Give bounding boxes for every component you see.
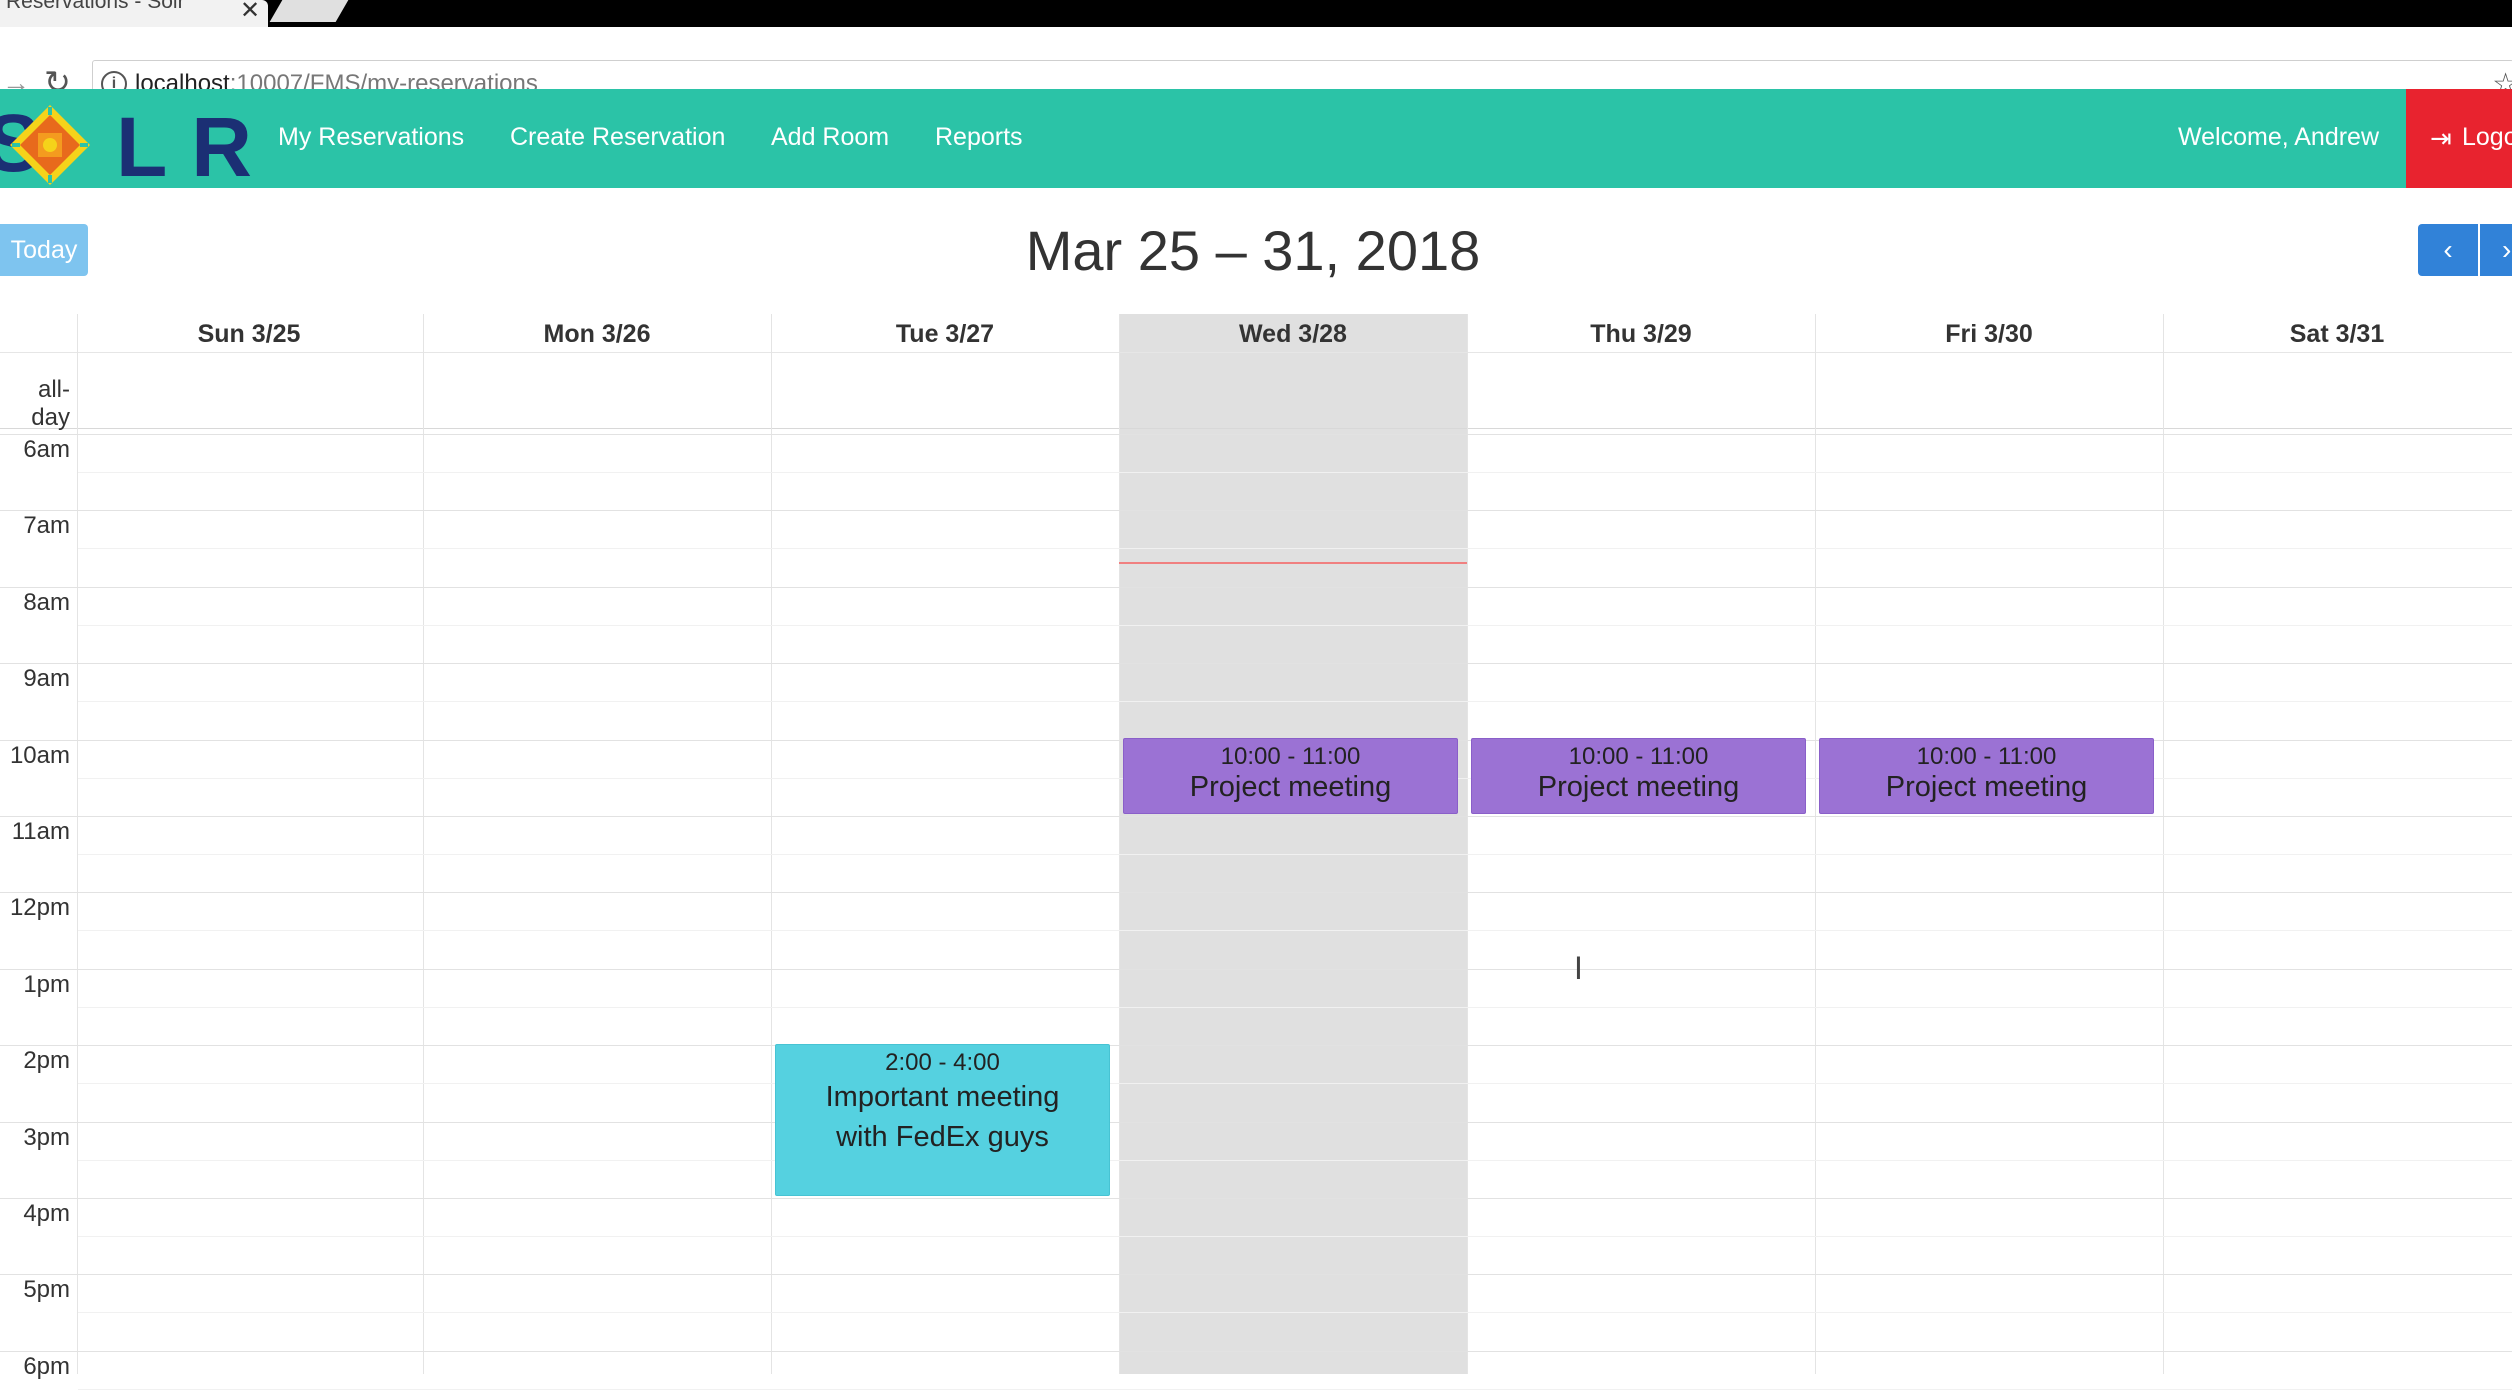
hour-gridline <box>0 434 2512 435</box>
event-fri-project-meeting[interactable]: 10:00 - 11:00 Project meeting <box>1819 738 2154 814</box>
event-time: 10:00 - 11:00 <box>1916 743 2057 770</box>
half-hour-gridline <box>78 1160 2512 1161</box>
event-title: Important meeting with FedEx guys <box>825 1081 1060 1153</box>
prev-week-button[interactable]: ‹ <box>2418 224 2478 276</box>
event-title: Project meeting <box>1537 771 1740 803</box>
hour-gridline <box>0 1045 2512 1046</box>
nav-create-reservation[interactable]: Create Reservation <box>510 123 725 152</box>
time-label: 3pm <box>23 1124 70 1151</box>
logo-letters-lr: LR <box>116 100 276 194</box>
hour-gridline <box>0 816 2512 817</box>
column-divider <box>2163 314 2164 1374</box>
hour-gridline <box>0 1274 2512 1275</box>
hour-gridline <box>0 663 2512 664</box>
text-cursor-icon: I <box>1574 950 1583 986</box>
day-header-thu: Thu 3/29 <box>1590 320 1692 348</box>
time-label: 9am <box>23 665 70 692</box>
day-header-sun: Sun 3/25 <box>197 320 301 348</box>
nav-my-reservations[interactable]: My Reservations <box>278 123 464 152</box>
column-divider <box>1467 314 1468 1374</box>
event-tue-fedex-meeting[interactable]: 2:00 - 4:00 Important meeting with FedEx… <box>775 1044 1110 1196</box>
time-label: 1pm <box>23 971 70 998</box>
time-label: 6am <box>23 436 70 463</box>
hour-gridline <box>0 510 2512 511</box>
half-hour-gridline <box>78 1236 2512 1237</box>
day-header-sat: Sat 3/31 <box>2289 320 2385 348</box>
nav-reports[interactable]: Reports <box>935 123 1023 152</box>
column-divider <box>1815 314 1816 1374</box>
half-hour-gridline <box>78 472 2512 473</box>
half-hour-gridline <box>78 1007 2512 1008</box>
browser-tab[interactable]: Reservations - Solr ✕ <box>0 0 268 27</box>
next-week-button[interactable]: › <box>2480 224 2512 276</box>
event-time: 2:00 - 4:00 <box>885 1049 1000 1076</box>
time-label: 12pm <box>9 894 70 921</box>
hour-gridline <box>0 969 2512 970</box>
event-time: 10:00 - 11:00 <box>1568 743 1709 770</box>
half-hour-gridline <box>78 548 2512 549</box>
sun-logo-icon <box>10 105 90 185</box>
day-header-wed: Wed 3/28 <box>1239 320 1347 348</box>
column-divider <box>423 314 424 1374</box>
time-label: 2pm <box>23 1047 70 1074</box>
chevron-left-icon: ‹ <box>2443 234 2453 265</box>
half-hour-gridline <box>78 1083 2512 1084</box>
event-thu-project-meeting[interactable]: 10:00 - 11:00 Project meeting <box>1471 738 1806 814</box>
chevron-right-icon: › <box>2502 234 2512 265</box>
address-bar-area: → ↻ i localhost:10007/FMS/my-reservation… <box>0 27 2512 110</box>
welcome-text: Welcome, Andrew <box>2178 123 2380 151</box>
hour-gridline <box>0 1198 2512 1199</box>
sign-out-icon: ⇥ <box>2430 123 2452 153</box>
logout-button[interactable]: ⇥ Logout <box>2406 89 2512 188</box>
calendar-title: Mar 25 – 31, 2018 <box>1025 219 1481 282</box>
time-label: 10am <box>9 742 70 769</box>
day-header-fri: Fri 3/30 <box>1945 320 2033 348</box>
hour-gridline <box>0 587 2512 588</box>
week-grid: Sun 3/25 Mon 3/26 Tue 3/27 Wed 3/28 Thu … <box>0 314 2512 1390</box>
column-divider <box>1119 314 1120 1374</box>
event-title: Project meeting <box>1189 771 1392 803</box>
half-hour-gridline <box>78 930 2512 931</box>
time-label: 11am <box>11 818 70 845</box>
day-header-tue: Tue 3/27 <box>895 320 995 348</box>
day-header-mon: Mon 3/26 <box>543 320 651 348</box>
hour-gridline <box>0 1122 2512 1123</box>
all-day-label: all-day <box>31 376 70 431</box>
app-navbar: S LR My Reservations Create Reservation … <box>0 89 2512 194</box>
hour-gridline <box>0 1351 2512 1352</box>
column-divider <box>77 314 78 1374</box>
nav-add-room[interactable]: Add Room <box>771 123 889 152</box>
tab-title: Reservations - Solr <box>6 0 185 13</box>
half-hour-gridline <box>78 625 2512 626</box>
new-tab-button[interactable] <box>269 0 349 22</box>
logout-label: Logout <box>2462 123 2512 151</box>
hour-gridline <box>0 892 2512 893</box>
event-wed-project-meeting[interactable]: 10:00 - 11:00 Project meeting <box>1123 738 1458 814</box>
time-label: 4pm <box>23 1200 70 1227</box>
time-label: 7am <box>23 512 70 539</box>
half-hour-gridline <box>78 1312 2512 1313</box>
browser-tabstrip: Reservations - Solr ✕ <box>0 0 2512 27</box>
half-hour-gridline <box>78 854 2512 855</box>
column-divider <box>771 314 772 1374</box>
day-header-row: Sun 3/25 Mon 3/26 Tue 3/27 Wed 3/28 Thu … <box>0 314 2512 353</box>
time-label: 5pm <box>23 1276 70 1303</box>
all-day-row[interactable] <box>0 352 2512 429</box>
solr-logo[interactable]: S LR <box>0 95 252 194</box>
current-time-indicator <box>1119 562 1467 564</box>
event-time: 10:00 - 11:00 <box>1220 743 1361 770</box>
event-title: Project meeting <box>1885 771 2088 803</box>
time-label: 6pm <box>23 1353 70 1380</box>
time-label: 8am <box>23 589 70 616</box>
half-hour-gridline <box>78 701 2512 702</box>
tab-close-icon[interactable]: ✕ <box>240 0 260 25</box>
today-column-highlight <box>1119 314 1467 1374</box>
